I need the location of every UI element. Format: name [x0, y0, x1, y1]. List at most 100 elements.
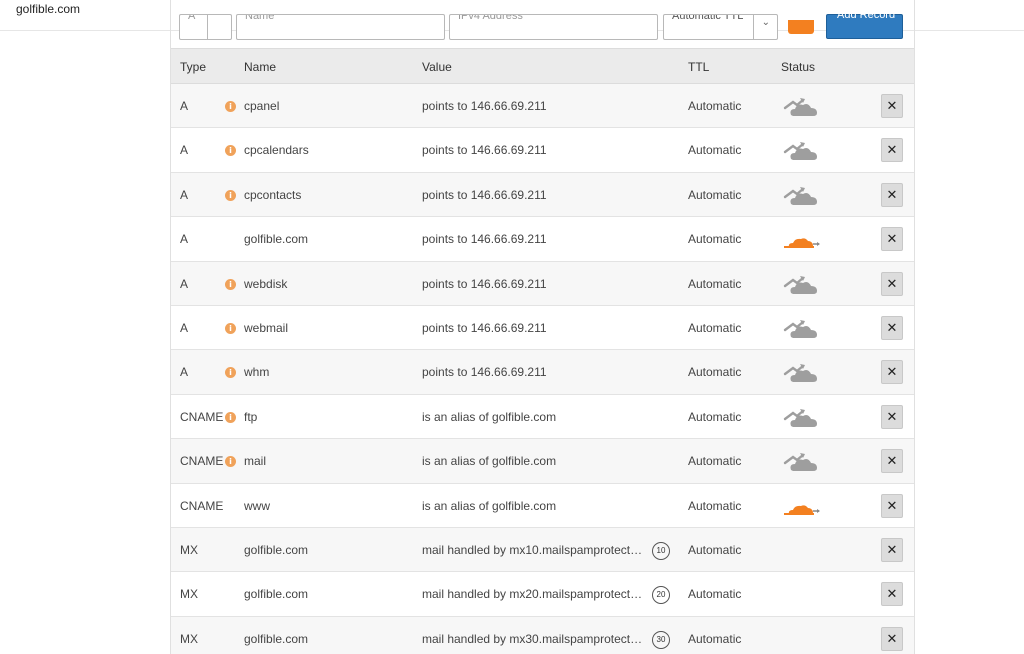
info-icon[interactable]: i [225, 456, 236, 468]
record-ttl[interactable]: Automatic [688, 365, 741, 379]
orange-cloud-icon[interactable] [783, 227, 821, 253]
delete-record-button[interactable]: ✕ [881, 315, 903, 340]
info-icon[interactable]: i [225, 189, 236, 201]
grey-cloud-icon[interactable] [783, 405, 821, 431]
orange-cloud-icon[interactable] [783, 494, 821, 520]
record-ttl[interactable]: Automatic [688, 410, 741, 424]
info-icon[interactable]: i [225, 322, 236, 334]
record-ttl[interactable]: Automatic [688, 99, 741, 113]
ttl-select[interactable]: Automatic TTL ⌄ [663, 14, 778, 40]
table-row[interactable]: CNAME www is an alias of golfible.com Autom… [171, 483, 914, 528]
record-name[interactable]: golfible.com [244, 587, 308, 601]
record-name[interactable]: golfible.com [244, 632, 308, 646]
add-record-button-label: Add Record [837, 9, 896, 21]
info-icon[interactable]: i [225, 145, 236, 157]
record-name[interactable]: mail [244, 454, 266, 468]
record-ttl[interactable]: Automatic [688, 632, 741, 646]
record-name[interactable]: whm [244, 365, 269, 379]
table-row[interactable]: Ai whm points to 146.66.69.211 Automatic ✕ [171, 350, 914, 395]
record-type: MX [180, 631, 198, 646]
name-input[interactable]: Name [236, 14, 445, 40]
grey-cloud-icon[interactable] [783, 360, 821, 386]
ipv4-input-placeholder: IPv4 Address [458, 14, 523, 22]
record-ttl[interactable]: Automatic [688, 232, 741, 246]
record-type: MX [180, 542, 198, 557]
table-row[interactable]: Ai cpanel points to 146.66.69.211 Automatic… [171, 84, 914, 129]
record-value[interactable]: mail handled by mx30.mailspamprotection.… [422, 632, 644, 646]
record-ttl[interactable]: Automatic [688, 277, 741, 291]
grey-cloud-icon[interactable] [783, 183, 821, 209]
info-icon[interactable]: i [225, 411, 236, 423]
delete-record-button[interactable]: ✕ [881, 493, 903, 518]
record-ttl[interactable]: Automatic [688, 321, 741, 335]
delete-record-button[interactable]: ✕ [881, 404, 903, 429]
proxy-toggle[interactable] [788, 20, 814, 34]
record-value[interactable]: points to 146.66.69.211 [422, 321, 547, 335]
record-name[interactable]: golfible.com [244, 543, 308, 557]
record-value[interactable]: points to 146.66.69.211 [422, 277, 547, 291]
table-row[interactable]: MX golfible.com mail handled by mx30.mails… [171, 616, 914, 654]
table-row[interactable]: Ai cpcalendars points to 146.66.69.211 Auto… [171, 128, 914, 173]
record-ttl[interactable]: Automatic [688, 543, 741, 557]
record-value[interactable]: mail handled by mx20.mailspamprotection.… [422, 587, 644, 601]
record-name[interactable]: ftp [244, 410, 257, 424]
delete-record-button[interactable]: ✕ [881, 94, 903, 118]
info-icon[interactable]: i [225, 278, 236, 290]
header-status: Status [781, 60, 816, 74]
record-name[interactable]: www [244, 499, 270, 513]
record-value[interactable]: is an alias of golfible.com [422, 410, 556, 424]
table-row[interactable]: CNAME i mail is an alias of golfible.com Aut… [171, 439, 914, 484]
record-value[interactable]: mail handled by mx10.mailspamprotection.… [422, 543, 644, 557]
dns-panel: A Name IPv4 Address Automatic TTL ⌄ Add … [170, 0, 915, 654]
record-value[interactable]: points to 146.66.69.211 [422, 232, 547, 246]
delete-record-button[interactable]: ✕ [881, 449, 903, 474]
record-value[interactable]: points to 146.66.69.211 [422, 188, 547, 202]
record-value[interactable]: points to 146.66.69.211 [422, 143, 547, 157]
record-value[interactable]: points to 146.66.69.211 [422, 99, 547, 113]
record-type: CNAME [180, 409, 224, 424]
type-select-divider [207, 15, 208, 39]
type-select[interactable]: A [179, 14, 232, 40]
delete-record-button[interactable]: ✕ [881, 582, 903, 607]
table-row[interactable]: Agolfible.com points to 146.66.69.211 Auto… [171, 217, 914, 262]
table-row[interactable]: Ai cpcontacts points to 146.66.69.211 Autom… [171, 172, 914, 218]
record-ttl[interactable]: Automatic [688, 188, 741, 202]
delete-record-button[interactable]: ✕ [881, 182, 903, 207]
record-name[interactable]: cpcontacts [244, 188, 301, 202]
record-name[interactable]: golfible.com [244, 232, 308, 246]
delete-record-button[interactable]: ✕ [881, 626, 903, 651]
delete-record-button[interactable]: ✕ [881, 138, 903, 163]
add-record-button[interactable]: Add Record [826, 9, 903, 39]
record-type: A [180, 320, 189, 335]
record-ttl[interactable]: Automatic [688, 587, 741, 601]
delete-record-button[interactable]: ✕ [881, 227, 903, 252]
grey-cloud-icon[interactable] [783, 94, 821, 120]
grey-cloud-icon[interactable] [783, 316, 821, 342]
record-name[interactable]: webdisk [244, 277, 287, 291]
table-row[interactable]: MX golfible.com mail handled by mx20.mails… [171, 572, 914, 617]
record-value[interactable]: is an alias of golfible.com [422, 454, 556, 468]
ipv4-input[interactable]: IPv4 Address [449, 14, 658, 40]
info-icon[interactable]: i [225, 367, 236, 379]
grey-cloud-icon[interactable] [783, 272, 821, 298]
table-row[interactable]: Ai webdisk points to 146.66.69.211 Automati… [171, 261, 914, 306]
header-value: Value [422, 60, 452, 74]
record-name[interactable]: cpanel [244, 99, 279, 113]
delete-record-button[interactable]: ✕ [881, 537, 903, 562]
record-ttl[interactable]: Automatic [688, 143, 741, 157]
record-ttl[interactable]: Automatic [688, 499, 741, 513]
delete-record-button[interactable]: ✕ [881, 360, 903, 385]
record-name[interactable]: cpcalendars [244, 143, 309, 157]
record-ttl[interactable]: Automatic [688, 454, 741, 468]
record-value[interactable]: points to 146.66.69.211 [422, 365, 547, 379]
record-name[interactable]: webmail [244, 321, 288, 335]
grey-cloud-icon[interactable] [783, 449, 821, 475]
info-icon[interactable]: i [225, 101, 236, 112]
grey-cloud-icon[interactable] [783, 138, 821, 164]
table-row[interactable]: Ai webmail points to 146.66.69.211 Automati… [171, 305, 914, 351]
table-row[interactable]: CNAME i ftp is an alias of golfible.com Auto… [171, 394, 914, 440]
table-row[interactable]: MX golfible.com mail handled by mx10.mails… [171, 527, 914, 573]
header-type: Type [180, 60, 207, 74]
record-value[interactable]: is an alias of golfible.com [422, 499, 556, 513]
delete-record-button[interactable]: ✕ [881, 271, 903, 296]
